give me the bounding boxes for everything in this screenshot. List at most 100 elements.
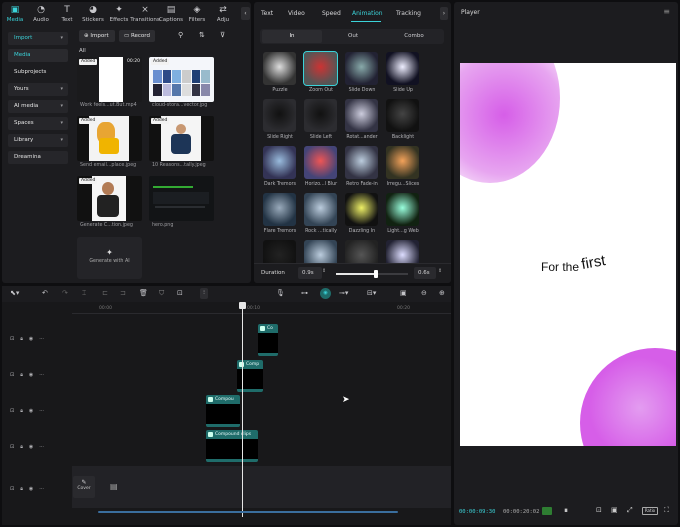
delete-icon[interactable]: 🗑 (139, 289, 148, 297)
tab-captions[interactable]: ▤ Captions (158, 2, 184, 26)
sidebar-item-library[interactable]: Library ▾ (8, 134, 68, 147)
effect-preset[interactable] (345, 193, 378, 226)
sidebar-item-media[interactable]: Media (8, 49, 68, 62)
split-icon[interactable]: ⌶ (82, 289, 86, 298)
filter-icon[interactable]: ⚲ (178, 31, 183, 39)
duration-slider-knob[interactable] (373, 270, 378, 278)
fullscreen-icon[interactable]: ⛶ (664, 506, 669, 515)
cover-button[interactable]: ✎ Cover (73, 476, 95, 498)
tab-animation[interactable]: Animation (352, 10, 383, 17)
sidebar-item-import[interactable]: Import ▾ (8, 32, 68, 45)
sidebar-item-yours[interactable]: Yours ▾ (8, 83, 68, 96)
lock-icon[interactable]: 🔒︎ (20, 408, 23, 414)
playhead[interactable] (242, 302, 243, 517)
more-icon[interactable]: ⋯ (39, 336, 44, 342)
horizontal-scrollbar[interactable] (98, 511, 398, 513)
duration-input[interactable]: 0.9s (298, 267, 322, 279)
shield-icon[interactable]: ⛉ (159, 289, 164, 298)
timeline-clip[interactable]: Compou (206, 395, 240, 427)
mark-icon[interactable]: ⁝ (200, 288, 208, 299)
generate-with-ai-button[interactable]: ✦ Generate with AI (77, 237, 142, 279)
tab-speed[interactable]: Speed (322, 10, 341, 17)
duration-end-input[interactable]: 0.6s (414, 267, 436, 279)
funnel-icon[interactable]: ⊽ (220, 31, 225, 39)
timeline-clip[interactable]: Comp (237, 360, 263, 392)
effect-preset[interactable] (345, 146, 378, 179)
tab-transitions[interactable]: ⨯ Transitions (130, 2, 159, 26)
effect-preset[interactable] (303, 51, 338, 86)
more-icon[interactable]: ⋯ (39, 372, 44, 378)
subtitle-icon[interactable]: ▣ (400, 289, 407, 297)
sidebar-item-ai-media[interactable]: AI media ▾ (8, 100, 68, 113)
undo-icon[interactable]: ↶ (42, 289, 48, 297)
menu-icon[interactable]: ≡ (663, 7, 670, 16)
effect-preset[interactable] (304, 146, 337, 179)
zoom-in-icon[interactable]: ⊕ (439, 289, 445, 297)
effect-preset[interactable] (386, 146, 419, 179)
media-item[interactable]: Added (149, 116, 214, 161)
effect-preset[interactable] (386, 52, 419, 85)
effect-preset[interactable] (263, 146, 296, 179)
sidebar-item-spaces[interactable]: Spaces ▾ (8, 117, 68, 130)
zoom-icon[interactable]: ⤢ (627, 506, 633, 515)
segment-combo[interactable]: Combo (384, 30, 444, 43)
select-tool-icon[interactable]: ⬉▾ (10, 289, 19, 297)
split-right-icon[interactable]: ⊐ (120, 289, 126, 297)
record-button[interactable]: ▭ Record (119, 30, 155, 42)
microphone-icon[interactable]: 🎙 (276, 289, 285, 297)
lock-icon[interactable]: 🔒︎ (20, 372, 23, 378)
redo-icon[interactable]: ↷ (62, 289, 68, 297)
timeline-clip[interactable]: Compound clips (206, 430, 258, 462)
segment-in[interactable]: In (262, 30, 322, 43)
eye-icon[interactable]: ◉ (29, 486, 33, 492)
tab-text[interactable]: Text (261, 10, 273, 17)
effect-preset[interactable] (304, 193, 337, 226)
tab-stickers[interactable]: ◕ Stickers (80, 2, 106, 26)
eye-icon[interactable]: ◉ (29, 408, 33, 414)
lock-icon[interactable]: 🔒︎ (20, 486, 23, 492)
duration-stepper[interactable]: ⇕ (322, 268, 326, 274)
eye-icon[interactable]: ◉ (29, 444, 33, 450)
tabs-collapse-button[interactable]: ‹ (241, 7, 250, 20)
media-item[interactable] (149, 176, 214, 221)
segment-out[interactable]: Out (323, 30, 383, 43)
tab-audio[interactable]: ◔ Audio (28, 2, 54, 26)
lock-icon[interactable]: 🔒︎ (20, 336, 23, 342)
timeline-clip[interactable]: Co (258, 324, 278, 356)
tab-filters[interactable]: ◈ Filters (184, 2, 210, 26)
media-item[interactable]: Added (77, 176, 142, 221)
tab-media[interactable]: ▣ Media (2, 2, 28, 26)
link-icon[interactable]: ⊶ (301, 289, 308, 297)
effect-preset[interactable] (263, 99, 296, 132)
duration-end-stepper[interactable]: ⇕ (438, 268, 442, 274)
crop-icon[interactable]: ⊡ (596, 506, 602, 514)
playhead-handle[interactable] (239, 302, 246, 309)
sort-icon[interactable]: ⇅ (199, 31, 205, 39)
effect-preset[interactable] (345, 52, 378, 85)
magnet-icon[interactable]: ◉ (320, 288, 331, 299)
snap-icon[interactable]: ⊸▾ (339, 289, 348, 297)
preview-axis-icon[interactable]: ⊟▾ (367, 289, 376, 297)
effect-preset[interactable] (263, 52, 296, 85)
ratio-button[interactable]: Ratio (642, 507, 658, 515)
import-button[interactable]: ⊕ Import (79, 30, 115, 42)
snapshot-icon[interactable]: ▣ (611, 506, 618, 514)
effect-preset[interactable] (345, 99, 378, 132)
more-icon[interactable]: ⋯ (39, 444, 44, 450)
effect-preset[interactable] (263, 193, 296, 226)
sidebar-item-subprojects[interactable]: Subprojects (8, 66, 68, 79)
split-left-icon[interactable]: ⊏ (102, 289, 108, 297)
eye-icon[interactable]: ◉ (29, 336, 33, 342)
effect-preset[interactable] (304, 99, 337, 132)
effect-preset[interactable] (386, 99, 419, 132)
media-item[interactable]: Added (149, 57, 214, 102)
more-icon[interactable]: ⋯ (39, 408, 44, 414)
more-icon[interactable]: ⋯ (39, 486, 44, 492)
sidebar-item-dreamina[interactable]: Dreamina (8, 151, 68, 164)
pause-button[interactable]: ⏸ (564, 506, 568, 516)
tabs-more-button[interactable]: › (440, 7, 448, 20)
tab-video[interactable]: Video (288, 10, 305, 17)
zoom-out-icon[interactable]: ⊖ (421, 289, 427, 297)
crop-tool-icon[interactable]: ⊡ (177, 289, 183, 297)
lock-icon[interactable]: 🔒︎ (20, 444, 23, 450)
